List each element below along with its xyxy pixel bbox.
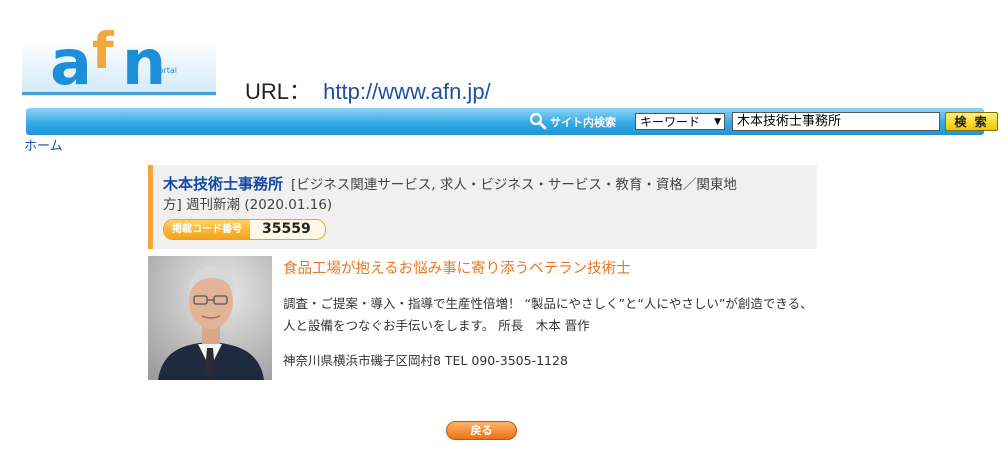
search-input[interactable]: 木本技術士事務所 [732, 112, 940, 131]
listing-header-card: 木本技術士事務所 [ビジネス関連サービス, 求人・ビジネス・サービス・教育・資格／… [148, 165, 817, 249]
listing-code-label: 掲載コード番号 [164, 220, 250, 239]
site-search-label: サイト内検索 [529, 112, 616, 133]
listing-header-text: 木本技術士事務所 [ビジネス関連サービス, 求人・ビジネス・サービス・教育・資格／… [163, 174, 783, 215]
company-name-link[interactable]: 木本技術士事務所 [163, 175, 283, 193]
logo-sub-text: Portal [154, 66, 177, 75]
back-button[interactable]: 戻る [446, 421, 517, 440]
svg-text:n: n [122, 26, 166, 96]
dropdown-arrow-icon: ▼ [714, 117, 721, 127]
listing-categories-line2: 方] 週刊新潮 (2020.01.16) [163, 197, 333, 213]
url-label: URL： [245, 79, 312, 104]
site-url-line: URL： http://www.afn.jp/ [245, 74, 491, 106]
search-type-value: キーワード [640, 115, 701, 129]
listing-code-value: 35559 [250, 220, 325, 239]
listing-categories-line1: [ビジネス関連サービス, 求人・ビジネス・サービス・教育・資格／関東地 [291, 177, 737, 193]
listing-tagline: 食品工場が抱えるお悩み事に寄り添うベテラン技術士 [283, 261, 631, 277]
svg-text:f: f [92, 22, 115, 80]
afn-logo[interactable]: a f n Portal [22, 10, 216, 99]
site-url-link[interactable]: http://www.afn.jp/ [323, 79, 491, 104]
search-type-select[interactable]: キーワード ▼ [635, 113, 725, 130]
listing-address: 神奈川県横浜市磯子区岡村8 TEL 090-3505-1128 [283, 353, 568, 368]
svg-text:a: a [50, 26, 92, 96]
listing-description: 調査・ご提案・導入・指導で生産性倍増！ “製品にやさしく”と“人にやさしい”が創… [283, 296, 813, 333]
search-icon [529, 112, 547, 133]
breadcrumb: ホーム [24, 135, 63, 154]
search-bar: サイト内検索 キーワード ▼ 木本技術士事務所 検 索 [26, 108, 998, 135]
listing-code-badge: 掲載コード番号 35559 [163, 219, 326, 240]
search-button[interactable]: 検 索 [945, 112, 998, 131]
portrait-photo [148, 256, 272, 380]
search-label-text: サイト内検索 [550, 116, 616, 129]
breadcrumb-home-link[interactable]: ホーム [24, 139, 63, 154]
